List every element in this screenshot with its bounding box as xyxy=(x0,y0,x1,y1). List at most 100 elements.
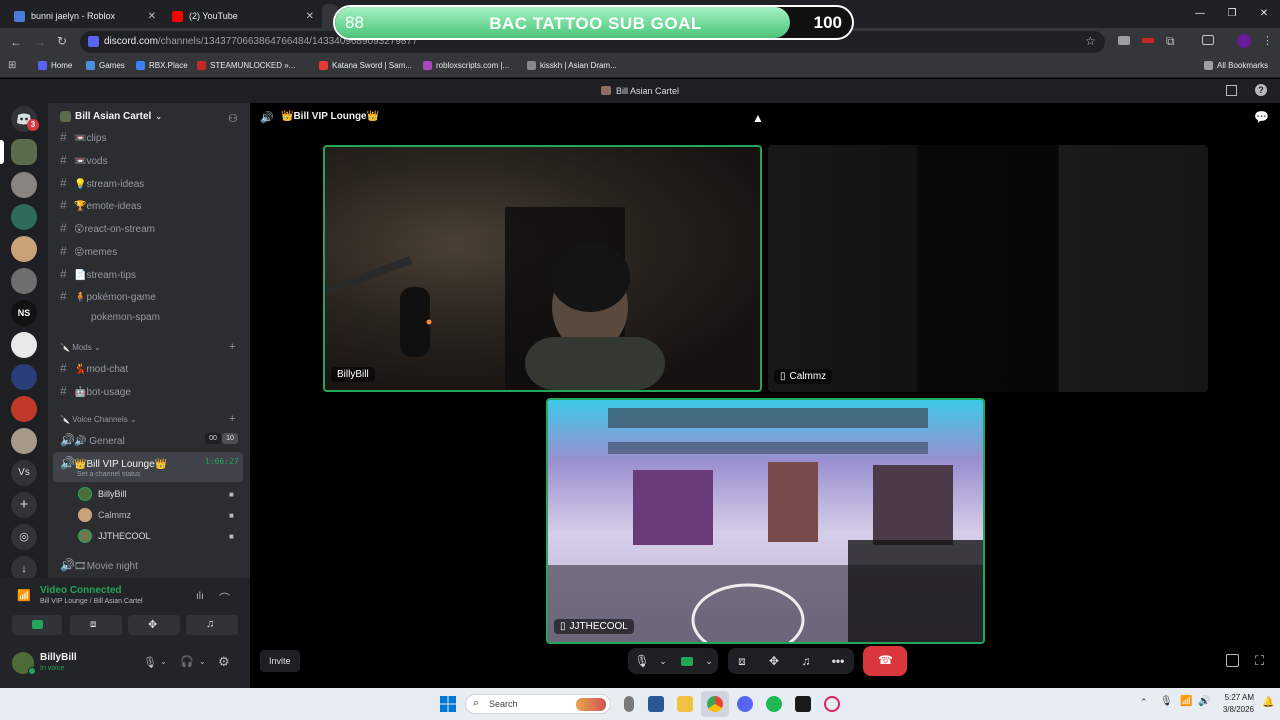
username[interactable]: BillyBill xyxy=(40,652,77,663)
file-explorer-icon[interactable] xyxy=(677,696,693,712)
channel-vods[interactable]: # 📼vods xyxy=(60,153,108,167)
profile-avatar[interactable] xyxy=(1237,34,1251,48)
invite-people-icon[interactable]: ⚇ xyxy=(228,112,238,125)
bookmark-item[interactable]: Katana Sword | Sam... xyxy=(319,61,412,70)
puzzle-icon[interactable]: ⧉ xyxy=(1166,34,1175,49)
channel-pokemon-spam[interactable]: pokemon-spam xyxy=(77,312,160,323)
volume-icon[interactable]: 🔊 xyxy=(1198,696,1210,707)
channel-bot-usage[interactable]: # 🤖bot-usage xyxy=(60,384,131,398)
server-icon-2[interactable] xyxy=(11,172,37,198)
chevron-down-icon[interactable]: ⌄ xyxy=(199,657,206,666)
soundboard-button[interactable]: ♫ xyxy=(186,615,238,635)
bookmark-item[interactable]: robloxscripts.com |... xyxy=(423,61,509,70)
server-ns[interactable]: NS xyxy=(11,300,37,326)
voice-channel-vip[interactable]: 🔊👑Bill VIP Lounge👑 xyxy=(60,456,167,470)
site-info-icon[interactable] xyxy=(88,36,99,47)
screen-share-button[interactable]: ⧈ xyxy=(70,615,122,635)
chevron-down-icon[interactable]: ⌄ xyxy=(160,657,167,666)
chat-bubble-icon[interactable]: 💬 xyxy=(1254,110,1269,124)
cast-icon[interactable] xyxy=(1202,35,1214,45)
screen-share-icon[interactable]: ⧈ xyxy=(729,650,755,672)
restore-button[interactable]: ❐ xyxy=(1216,0,1248,28)
windows-start-icon[interactable] xyxy=(440,696,456,712)
chrome-icon[interactable] xyxy=(707,696,723,712)
server-icon-7[interactable] xyxy=(11,332,37,358)
voice-channel-general[interactable]: 🔊🔊 General xyxy=(60,433,125,447)
app-icon[interactable] xyxy=(648,696,664,712)
hang-up-button[interactable]: ☎ xyxy=(863,646,907,676)
back-arrow-icon[interactable]: ← xyxy=(10,35,22,49)
server-bill-asian-cartel[interactable] xyxy=(11,139,37,165)
connection-location[interactable]: Bill VIP Lounge / Bill Asian Cartel xyxy=(40,598,143,605)
discord-taskbar-icon[interactable] xyxy=(737,696,753,712)
add-channel-icon[interactable]: + xyxy=(229,413,235,425)
chevron-up-icon[interactable]: ⌃ xyxy=(1140,697,1148,708)
soundboard-icon[interactable]: ♫ xyxy=(793,650,819,672)
mouse-app-icon[interactable] xyxy=(624,696,634,712)
channel-stream-tips[interactable]: # 📄stream-tips xyxy=(60,267,136,281)
channel-stream-ideas[interactable]: # 💡stream-ideas xyxy=(60,176,144,190)
tab-roblox[interactable]: bunni jaelyn - Roblox ✕ xyxy=(6,4,162,28)
extension-red-icon[interactable] xyxy=(1142,38,1154,43)
spotify-icon[interactable] xyxy=(766,696,782,712)
taskbar-time[interactable]: 5:27 AM xyxy=(1220,693,1254,702)
server-icon-5[interactable] xyxy=(11,268,37,294)
close-window-button[interactable]: ✕ xyxy=(1248,0,1280,28)
channel-pokémon-game[interactable]: # 🧍pokémon-game xyxy=(60,289,156,303)
invite-button[interactable]: Invite xyxy=(260,650,300,672)
bookmark-item[interactable]: All Bookmarks xyxy=(1204,61,1268,70)
server-icon-10[interactable] xyxy=(11,428,37,454)
add-channel-icon[interactable]: + xyxy=(229,341,235,353)
video-tile-calmmz[interactable]: ▯ Calmmz xyxy=(768,145,1208,392)
video-tile-jjthecool[interactable]: ▯ JJTHECOOL xyxy=(546,398,985,644)
channel-react-on-stream[interactable]: # 😲react-on-stream xyxy=(60,221,155,235)
close-tab-icon[interactable]: ✕ xyxy=(148,11,156,22)
bookmark-item[interactable]: Home xyxy=(38,61,72,70)
channel-memes[interactable]: # 😝memes xyxy=(60,244,117,258)
chevron-down-icon[interactable]: ⌄ xyxy=(650,650,676,672)
fullscreen-icon[interactable]: ⛶ xyxy=(1255,653,1264,669)
channel-clips[interactable]: # 📼clips xyxy=(60,130,106,144)
bookmark-item[interactable]: RBX.Place xyxy=(136,61,188,70)
server-icon-4[interactable] xyxy=(11,236,37,262)
video-toggle-button[interactable] xyxy=(12,615,62,635)
channel-status[interactable]: Set a channel status xyxy=(77,471,140,478)
voice-user-billybill[interactable]: BillyBill xyxy=(78,487,127,501)
server-vs[interactable]: Vs xyxy=(11,460,37,486)
add-server-icon[interactable]: + xyxy=(11,492,37,518)
video-tile-billybill[interactable]: BillyBill xyxy=(323,145,762,392)
extension-icon[interactable] xyxy=(1118,36,1130,45)
bookmark-star-icon[interactable]: ☆ xyxy=(1085,34,1096,48)
taskbar-search[interactable]: ⌕ Search xyxy=(465,694,611,714)
wifi-icon[interactable]: 📶 xyxy=(1180,696,1192,707)
taskbar-date[interactable]: 3/8/2026 xyxy=(1214,705,1254,714)
gear-icon[interactable]: ⚙ xyxy=(218,654,230,670)
bookmark-item[interactable]: kisskh | Asian Dram... xyxy=(527,61,617,70)
voice-user-jjthecool[interactable]: JJTHECOOL xyxy=(78,529,151,543)
server-icon-9[interactable] xyxy=(11,396,37,422)
app-icon-dark[interactable] xyxy=(795,696,811,712)
opera-icon[interactable] xyxy=(824,696,840,712)
forward-arrow-icon[interactable]: → xyxy=(34,35,46,49)
kebab-menu-icon[interactable]: ⋮ xyxy=(1262,34,1273,47)
channel-mod-chat[interactable]: # 💃mod-chat xyxy=(60,361,128,375)
microphone-icon[interactable]: 🎙 xyxy=(143,656,157,669)
tab-youtube[interactable]: (2) YouTube ✕ xyxy=(164,4,320,28)
chevron-down-icon[interactable]: ⌄ xyxy=(696,650,722,672)
apps-grid-icon[interactable]: ⊞ xyxy=(8,60,16,71)
microphone-tray-icon[interactable]: 🎙 xyxy=(1160,696,1173,707)
server-name-header[interactable]: Bill Asian Cartel ⌄ xyxy=(60,111,162,122)
close-tab-icon[interactable]: ✕ xyxy=(306,11,314,22)
explore-compass-icon[interactable]: ◎ xyxy=(11,524,37,550)
voice-channel-movie-night[interactable]: 🔊🎞Movie night xyxy=(60,558,138,572)
server-icon-8[interactable] xyxy=(11,364,37,390)
notification-bell-icon[interactable]: 🔔 xyxy=(1262,697,1274,708)
activities-button[interactable]: ✥ xyxy=(128,615,180,635)
disconnect-icon[interactable]: ⌒ xyxy=(219,590,230,606)
channel-emote-ideas[interactable]: # 🏆emote-ideas xyxy=(60,198,141,212)
minimize-button[interactable]: — xyxy=(1184,0,1216,28)
bookmark-item[interactable]: STEAMUNLOCKED »... xyxy=(197,61,295,70)
server-icon-3[interactable] xyxy=(11,204,37,230)
noise-suppression-icon[interactable]: ılı xyxy=(196,591,204,602)
inbox-icon[interactable] xyxy=(1226,85,1237,96)
